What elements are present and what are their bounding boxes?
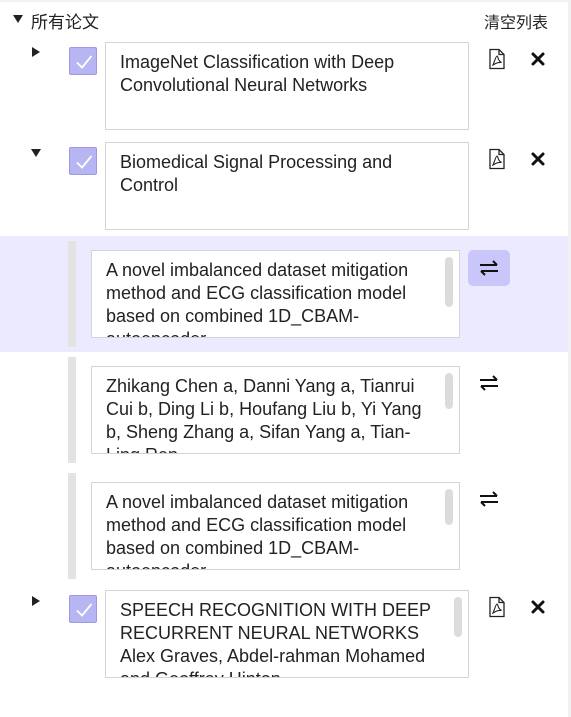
sub-item-text[interactable]: A novel imbalanced dataset mitigation me… [91,482,460,570]
swap-icon [480,260,498,276]
pdf-icon[interactable] [486,148,508,170]
close-icon[interactable] [529,598,551,620]
paper-title[interactable]: SPEECH RECOGNITION WITH DEEP RECURRENT N… [105,590,469,678]
swap-icon [480,375,498,391]
pdf-icon[interactable] [486,48,508,70]
sub-item-label: Zhikang Chen a, Danni Yang a, Tianrui Cu… [106,376,422,453]
clear-list-button[interactable]: 清空列表 [484,9,548,33]
paper-item: SPEECH RECOGNITION WITH DEEP RECURRENT N… [0,590,568,680]
pdf-icon[interactable] [486,596,508,618]
paper-list-header: 所有论文 清空列表 [0,6,571,34]
text-scrollbar-thumb[interactable] [445,257,453,307]
paper-checkbox[interactable] [69,595,97,623]
paper-title-label: SPEECH RECOGNITION WITH DEEP RECURRENT N… [120,600,431,677]
check-icon [76,55,93,69]
caret-down-icon[interactable] [31,149,41,157]
caret-right-icon[interactable] [32,596,40,606]
check-icon [76,155,93,169]
sub-item-row[interactable]: Zhikang Chen a, Danni Yang a, Tianrui Cu… [0,356,568,464]
text-scrollbar-thumb[interactable] [445,373,453,409]
sub-item-indent-bar [68,473,76,579]
all-papers-title[interactable]: 所有论文 [31,8,99,33]
paper-checkbox[interactable] [69,147,97,175]
sub-item-text[interactable]: A novel imbalanced dataset mitigation me… [91,250,460,338]
sub-item-row[interactable]: A novel imbalanced dataset mitigation me… [0,236,568,352]
sub-item-label: A novel imbalanced dataset mitigation me… [106,492,409,569]
text-scrollbar-thumb[interactable] [445,489,453,525]
swap-button[interactable] [468,481,510,517]
swap-button[interactable] [468,250,510,286]
swap-button[interactable] [468,365,510,401]
close-icon[interactable] [529,150,551,172]
paper-checkbox[interactable] [69,47,97,75]
text-scrollbar-thumb[interactable] [454,597,462,637]
paper-title[interactable]: Biomedical Signal Processing and Control [105,142,469,230]
panel-top-border [0,0,571,2]
caret-down-icon[interactable] [13,15,23,23]
sub-item-label: A novel imbalanced dataset mitigation me… [106,260,409,337]
paper-item: Biomedical Signal Processing and Control [0,142,568,232]
check-icon [76,603,93,617]
sub-item-row[interactable]: A novel imbalanced dataset mitigation me… [0,472,568,580]
swap-icon [480,491,498,507]
sub-item-text[interactable]: Zhikang Chen a, Danni Yang a, Tianrui Cu… [91,366,460,454]
paper-title[interactable]: ImageNet Classification with Deep Convol… [105,42,469,130]
close-icon[interactable] [529,50,551,72]
paper-item: ImageNet Classification with Deep Convol… [0,42,568,132]
sub-item-indent-bar [68,241,76,347]
sub-item-indent-bar [68,357,76,463]
caret-right-icon[interactable] [32,47,40,57]
